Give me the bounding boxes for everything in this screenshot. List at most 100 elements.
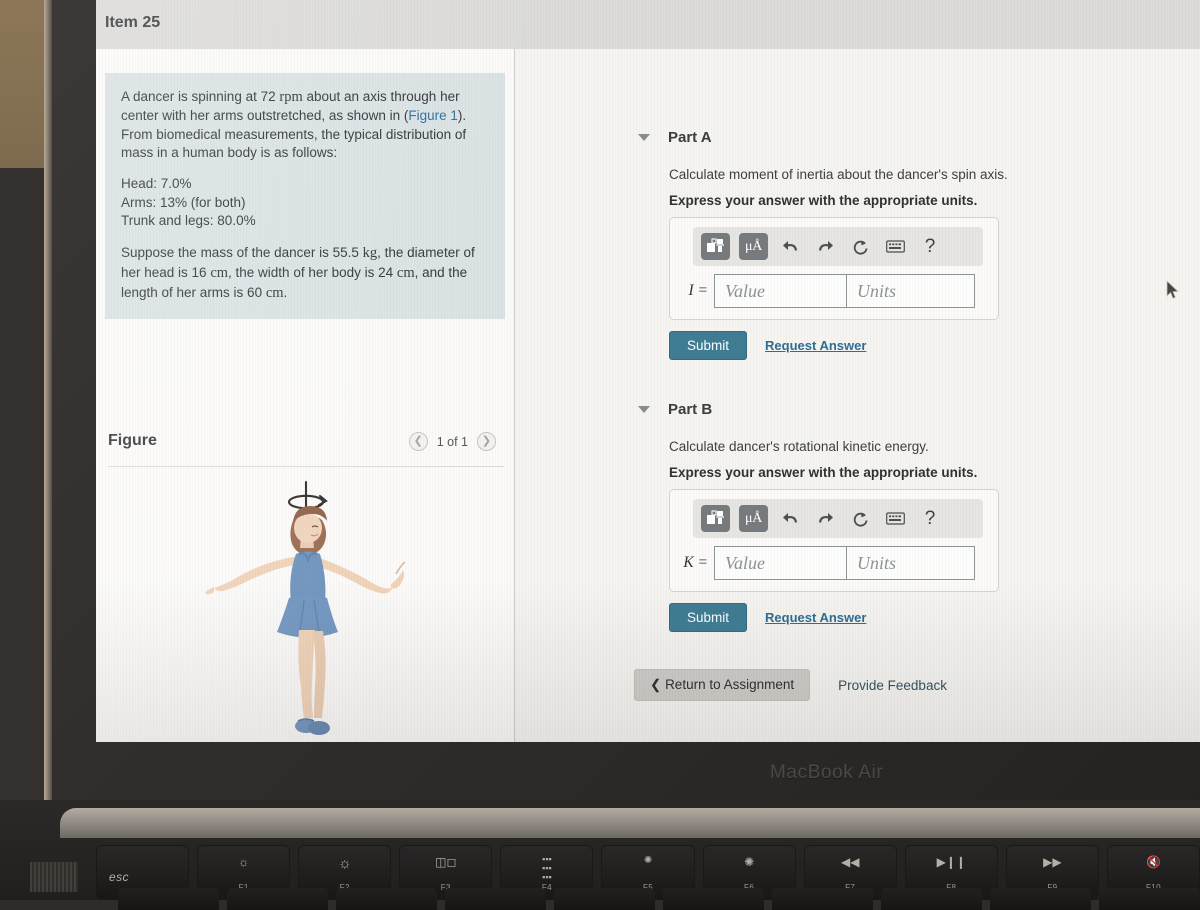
key-esc-label: esc xyxy=(109,870,129,884)
problem-statement-card: A dancer is spinning at 72 rpm about an … xyxy=(105,73,505,319)
part-b-prompt: Calculate dancer's rotational kinetic en… xyxy=(669,439,929,454)
unit-cm-2: cm xyxy=(396,264,415,281)
keyboard-number-row[interactable] xyxy=(118,888,1200,910)
units-icon-label: μÅ xyxy=(744,238,763,254)
unit-kg: kg xyxy=(362,244,378,261)
launchpad-icon: ▪▪▪ ▪▪▪ ▪▪▪ xyxy=(542,854,552,882)
key-number-7[interactable] xyxy=(772,888,873,910)
play-pause-icon: ▶❙❙ xyxy=(936,855,966,869)
part-b-units-input[interactable]: Units xyxy=(846,546,975,580)
part-a-answer-box: μÅ ? I = Value Units xyxy=(669,217,999,320)
chevron-left-icon: ❮ xyxy=(650,677,666,692)
key-number-1[interactable] xyxy=(118,888,219,910)
part-a-value-input[interactable]: Value xyxy=(714,274,846,308)
disclosure-triangle-down-icon[interactable] xyxy=(638,406,650,413)
macbook-air-label: MacBook Air xyxy=(770,762,884,783)
page-title: Item 25 xyxy=(105,14,161,31)
problem-paragraph-2: Suppose the mass of the dancer is 55.5 k… xyxy=(121,243,489,303)
math-template-icon[interactable] xyxy=(701,505,730,532)
key-number-4[interactable] xyxy=(445,888,546,910)
figure-next-button[interactable]: ❯ xyxy=(477,432,496,451)
disclosure-triangle-down-icon[interactable] xyxy=(638,134,650,141)
figure-header: Figure ❮ 1 of 1 ❯ xyxy=(108,429,504,463)
part-b-request-answer-link[interactable]: Request Answer xyxy=(765,610,866,625)
problem-paragraph-1: A dancer is spinning at 72 rpm about an … xyxy=(121,87,489,163)
problem-pane: A dancer is spinning at 72 rpm about an … xyxy=(96,49,514,742)
keyboard-icon[interactable] xyxy=(882,234,908,259)
part-a-toolbar: μÅ ? xyxy=(693,227,983,266)
figure-image-dancer xyxy=(108,474,504,742)
micro-angstrom-units-icon[interactable]: μÅ xyxy=(739,505,768,532)
return-to-assignment-button[interactable]: ❮ Return to Assignment xyxy=(634,669,811,701)
undo-arrow-icon[interactable] xyxy=(777,234,803,259)
math-template-icon[interactable] xyxy=(701,233,730,260)
part-b-fields: K = Value Units xyxy=(680,546,975,580)
mass-trunk-line: Trunk and legs: 80.0% xyxy=(121,212,489,231)
dancer-svg xyxy=(205,480,406,735)
reset-circular-arrow-icon[interactable] xyxy=(847,506,873,531)
keyboard-backlight-up-icon: ✺ xyxy=(744,855,755,869)
part-a-fields: I = Value Units xyxy=(680,274,975,308)
provide-feedback-link[interactable]: Provide Feedback xyxy=(838,678,947,693)
micro-angstrom-units-icon[interactable]: μÅ xyxy=(739,233,768,260)
part-b-actions: Submit Request Answer xyxy=(669,603,866,632)
part-a-label: Part A xyxy=(668,129,712,146)
problem-text-2a: Suppose the mass of the dancer is 55.5 xyxy=(121,244,363,260)
brightness-up-icon: ☼ xyxy=(337,855,352,872)
wall-lower xyxy=(0,168,46,808)
part-b-submit-button[interactable]: Submit xyxy=(669,603,748,632)
problem-text-2e: . xyxy=(283,284,288,300)
undo-arrow-icon[interactable] xyxy=(777,506,803,531)
part-b-header[interactable]: Part B xyxy=(638,401,712,418)
item-header-bar: Item 25 xyxy=(96,0,1200,49)
key-number-6[interactable] xyxy=(663,888,764,910)
browser-viewport: Item 25 A dancer is spinning at 72 rpm a… xyxy=(96,0,1200,742)
figure-pagination: ❮ 1 of 1 ❯ xyxy=(408,432,496,451)
key-number-8[interactable] xyxy=(881,888,982,910)
figure-1-link[interactable]: Figure 1 xyxy=(408,108,458,123)
help-question-icon[interactable]: ? xyxy=(917,506,943,531)
fast-forward-icon: ▶▶ xyxy=(1043,855,1062,869)
problem-text-2c: , the width of her body is 24 xyxy=(228,264,397,280)
key-number-5[interactable] xyxy=(554,888,655,910)
help-question-icon[interactable]: ? xyxy=(917,234,943,259)
part-b-express: Express your answer with the appropriate… xyxy=(669,465,978,480)
part-a-submit-button[interactable]: Submit xyxy=(669,331,748,360)
units-icon-label: μÅ xyxy=(744,510,763,526)
figure-divider xyxy=(108,466,504,467)
part-a-units-input[interactable]: Units xyxy=(846,274,975,308)
unit-cm-1: cm xyxy=(210,264,229,281)
figure-page-count: 1 of 1 xyxy=(436,434,468,449)
part-a-actions: Submit Request Answer xyxy=(669,331,866,360)
footer-actions: ❮ Return to Assignment Provide Feedback xyxy=(634,669,947,701)
key-number-10[interactable] xyxy=(1099,888,1200,910)
reset-circular-arrow-icon[interactable] xyxy=(847,234,873,259)
unit-cm-3: cm xyxy=(265,284,284,301)
part-b-value-input[interactable]: Value xyxy=(714,546,846,580)
rewind-icon: ◀◀ xyxy=(840,855,860,869)
keyboard-backlight-down-icon: ✺ xyxy=(643,855,653,866)
wall-upper xyxy=(0,0,46,175)
key-number-2[interactable] xyxy=(227,888,328,910)
figure-prev-button[interactable]: ❮ xyxy=(408,432,428,451)
key-number-9[interactable] xyxy=(990,888,1091,910)
keyboard-icon[interactable] xyxy=(882,506,908,531)
arms-percent-text: Arms: 13% (for both) xyxy=(121,194,246,210)
trunk-percent-text: Trunk and legs: 80.0% xyxy=(121,213,256,229)
mouse-cursor-icon xyxy=(1166,280,1180,305)
figure-title: Figure xyxy=(108,432,157,449)
part-a-header[interactable]: Part A xyxy=(638,129,712,146)
part-a-request-answer-link[interactable]: Request Answer xyxy=(765,338,866,353)
key-number-3[interactable] xyxy=(336,888,437,910)
part-b-answer-box: μÅ ? K = Value Units xyxy=(669,489,999,592)
part-b-label: Part B xyxy=(668,401,713,418)
return-button-label: Return to Assignment xyxy=(665,677,795,692)
redo-arrow-icon[interactable] xyxy=(812,506,838,531)
part-a-prompt: Calculate moment of inertia about the da… xyxy=(669,167,1008,182)
head-percent-text: Head: 7.0% xyxy=(121,175,192,191)
part-b-symbol: K = xyxy=(683,554,708,571)
redo-arrow-icon[interactable] xyxy=(812,234,838,259)
speaker-grille xyxy=(30,862,78,892)
problem-text-1a: A dancer is spinning at 72 xyxy=(121,89,280,104)
part-a-symbol: I = xyxy=(688,282,709,299)
